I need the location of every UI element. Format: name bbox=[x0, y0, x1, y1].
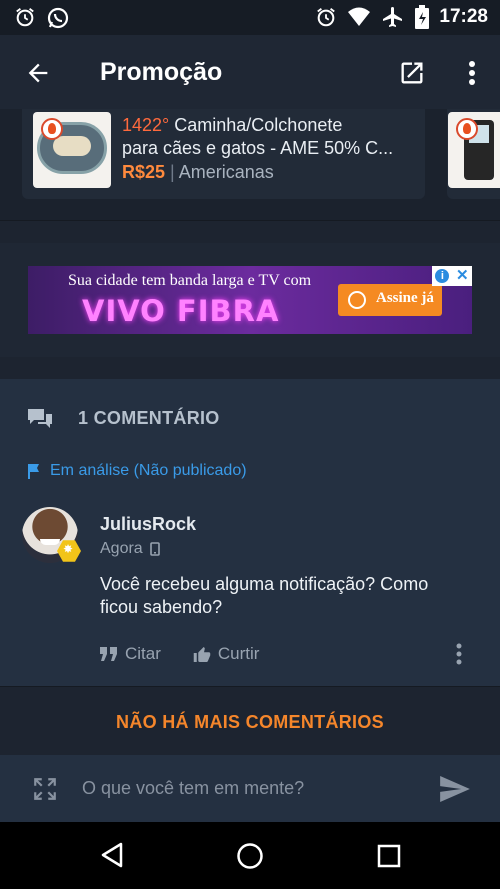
quote-button[interactable]: Citar bbox=[100, 644, 161, 664]
send-icon[interactable] bbox=[440, 776, 470, 802]
deal-thumbnail bbox=[448, 112, 500, 188]
deal-price: R$25 bbox=[122, 162, 166, 182]
wifi-icon bbox=[348, 7, 371, 26]
mobile-icon bbox=[150, 542, 160, 556]
ad-brand: VIVO FIBRA bbox=[82, 294, 280, 328]
comment-time: Agora bbox=[100, 540, 143, 557]
ad-choices[interactable]: i ✕ bbox=[432, 266, 472, 286]
quote-icon bbox=[100, 647, 117, 661]
deal-card-partial[interactable] bbox=[447, 109, 500, 199]
recents-nav-icon[interactable] bbox=[377, 844, 401, 868]
status-time: 17:28 bbox=[439, 6, 488, 27]
status-bar: 17:28 bbox=[0, 0, 500, 35]
comments-count: 1 COMENTÁRIO bbox=[78, 408, 220, 428]
deal-separator: | bbox=[170, 162, 175, 182]
whatsapp-icon bbox=[47, 7, 69, 29]
expand-icon[interactable] bbox=[32, 776, 58, 802]
ad-container: Sua cidade tem banda larga e TV com VIVO… bbox=[0, 243, 500, 357]
deal-title-line2: para cães e gatos - AME 50% C... bbox=[122, 138, 394, 158]
no-more-comments-label: NÃO HÁ MAIS COMENTÁRIOS bbox=[116, 712, 384, 732]
ad-close-icon[interactable]: ✕ bbox=[456, 268, 469, 283]
system-nav-bar bbox=[0, 822, 500, 889]
no-more-comments: NÃO HÁ MAIS COMENTÁRIOS bbox=[0, 686, 500, 755]
back-nav-icon[interactable] bbox=[100, 842, 124, 868]
flag-icon bbox=[28, 464, 39, 479]
alarm-icon bbox=[16, 8, 34, 27]
review-status: Em análise (Não publicado) bbox=[50, 462, 247, 479]
page-title: Promoção bbox=[100, 58, 223, 86]
deal-title-line1: 1422° Caminha/Colchonete bbox=[122, 115, 342, 136]
comment-more-icon[interactable] bbox=[455, 643, 463, 665]
deal-card[interactable]: 1422° Caminha/Colchonete para cães e gat… bbox=[22, 109, 425, 199]
deal-thumbnail bbox=[33, 112, 111, 188]
app-bar: Promoção bbox=[0, 35, 500, 109]
deal-temperature: 1422° bbox=[122, 115, 170, 135]
quote-label: Citar bbox=[125, 644, 161, 663]
battery-icon bbox=[415, 5, 430, 29]
deal-price-row: R$25 | Americanas bbox=[122, 162, 274, 183]
thumbs-up-icon bbox=[193, 646, 211, 662]
hot-deal-icon bbox=[41, 118, 63, 140]
comment-author[interactable]: JuliusRock bbox=[100, 514, 196, 535]
comment-input[interactable] bbox=[82, 773, 412, 803]
deal-store: Americanas bbox=[178, 162, 274, 182]
like-button[interactable]: Curtir bbox=[193, 644, 260, 664]
ad-cta-button[interactable]: Assine já bbox=[338, 284, 442, 316]
ad-headline: Sua cidade tem banda larga e TV com bbox=[68, 272, 312, 289]
open-external-icon[interactable] bbox=[398, 59, 426, 87]
like-label: Curtir bbox=[217, 644, 260, 663]
arrow-left-icon[interactable] bbox=[24, 59, 52, 87]
home-nav-icon[interactable] bbox=[236, 842, 264, 870]
hot-deal-icon bbox=[456, 118, 478, 140]
alarm-icon bbox=[317, 8, 336, 27]
ad-cta-label: Assine já bbox=[376, 290, 434, 306]
ad-banner[interactable]: Sua cidade tem banda larga e TV com VIVO… bbox=[28, 266, 472, 334]
comments-icon bbox=[28, 409, 52, 428]
airplane-mode-icon bbox=[383, 7, 403, 27]
ad-info-icon[interactable]: i bbox=[435, 269, 450, 283]
more-vert-icon[interactable] bbox=[468, 59, 476, 87]
comments-section: 1 COMENTÁRIO Em análise (Não publicado) … bbox=[0, 379, 500, 686]
deal-title-text: Caminha/Colchonete bbox=[174, 115, 343, 135]
related-deals-carousel[interactable]: 1422° Caminha/Colchonete para cães e gat… bbox=[0, 109, 500, 221]
comment-composer bbox=[0, 755, 500, 822]
comment-text: Você recebeu alguma notificação? Como fi… bbox=[100, 574, 429, 617]
comment-actions: Citar Curtir bbox=[100, 644, 259, 664]
